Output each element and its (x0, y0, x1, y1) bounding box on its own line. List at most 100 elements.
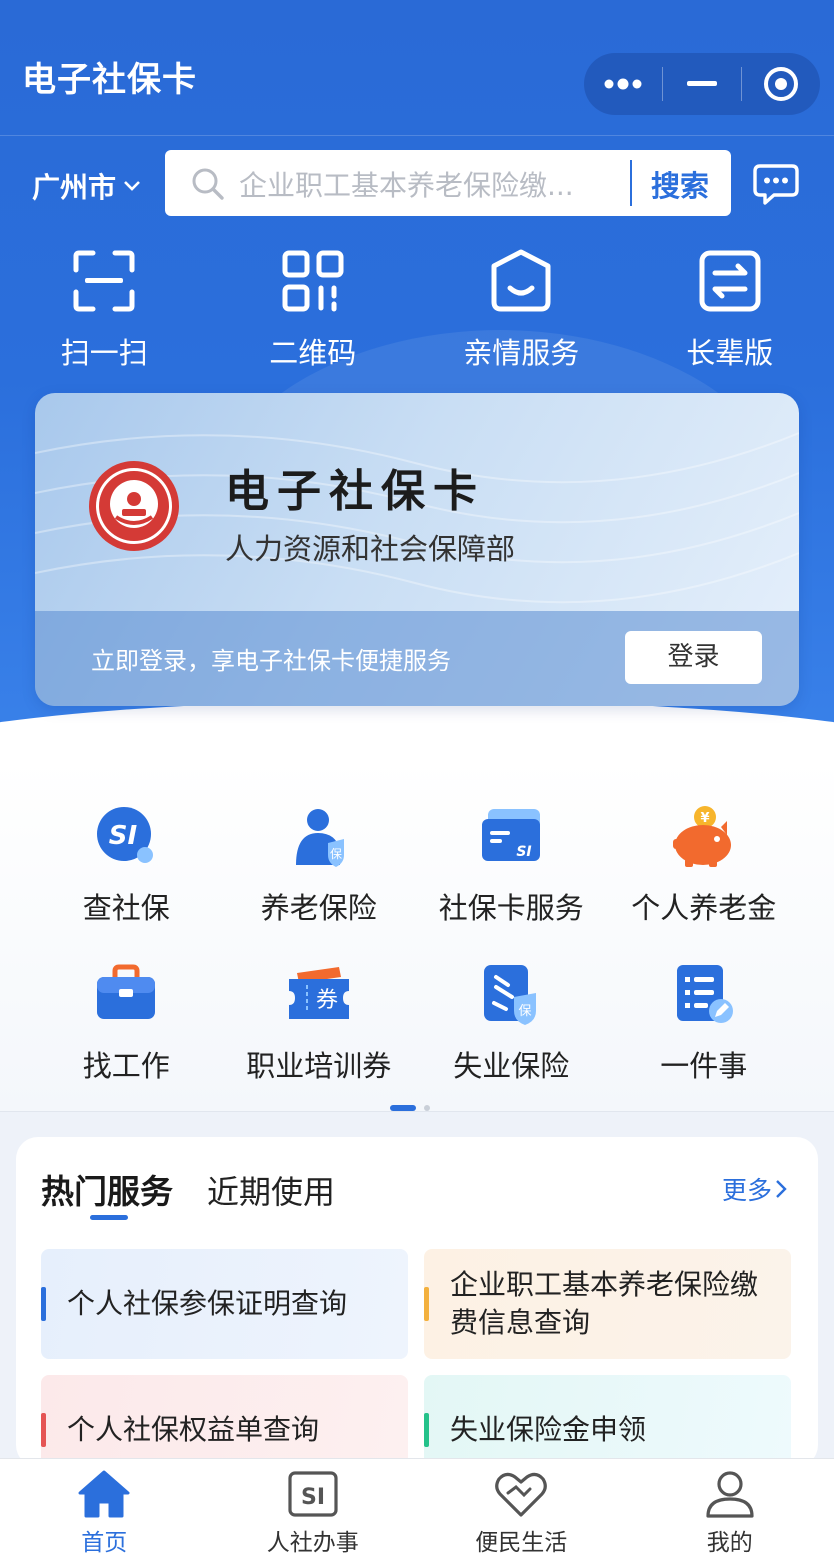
quick-scan[interactable]: 扫一扫 (0, 248, 209, 378)
qrcode-icon (282, 250, 344, 312)
tab-si-affairs[interactable]: SI 人社办事 (209, 1459, 418, 1566)
more-link[interactable]: 更多 (722, 1171, 788, 1207)
login-button[interactable]: 登录 (625, 631, 762, 684)
service-label: 失业保险 (453, 1049, 570, 1083)
service-grid-area: SI 查社保 保 养老保险 SI 社保卡服务 ¥ 个人养老金 找工作 券 职业培… (0, 760, 834, 1112)
family-service-icon (491, 249, 551, 312)
search-input[interactable]: 企业职工基本养老保险缴... 搜索 (165, 150, 731, 216)
hot-service-label: 个人社保权益单查询 (67, 1413, 320, 1446)
city-label: 广州市 (32, 171, 117, 204)
hot-service-label: 企业职工基本养老保险缴费信息查询 (450, 1268, 759, 1339)
service-label: 一件事 (660, 1049, 748, 1083)
social-security-emblem-icon (89, 461, 179, 551)
title-bar: 电子社保卡 (0, 0, 834, 136)
si-card-service-icon: SI (482, 809, 541, 861)
card-title: 电子社保卡 (225, 466, 485, 517)
tab-home[interactable]: 首页 (0, 1459, 209, 1566)
hot-service-label: 失业保险金申领 (450, 1413, 647, 1446)
service-accent-bar (41, 1413, 46, 1447)
miniapp-capsule (584, 53, 820, 115)
search-divider (630, 160, 632, 206)
service-si-card[interactable]: SI 社保卡服务 (415, 805, 608, 963)
service-accent-bar (424, 1413, 429, 1447)
service-grid: SI 查社保 保 养老保险 SI 社保卡服务 ¥ 个人养老金 找工作 券 职业培… (30, 805, 800, 1121)
quick-family[interactable]: 亲情服务 (417, 248, 626, 378)
service-label: 查社保 (82, 891, 170, 925)
bao-glyph: 保 (519, 1004, 532, 1019)
service-one-thing[interactable]: 一件事 (608, 963, 801, 1121)
app-title: 电子社保卡 (22, 60, 197, 100)
service-personal-pension[interactable]: ¥ 个人养老金 (608, 805, 801, 963)
quick-label: 二维码 (269, 336, 357, 370)
minimize-icon (687, 81, 717, 86)
social-security-card-banner[interactable]: 电子社保卡 人力资源和社会保障部 立即登录，享电子社保卡便捷服务 登录 (35, 393, 799, 706)
si-glyph: SI (517, 844, 532, 860)
search-button[interactable]: 搜索 (651, 163, 709, 205)
hot-service-item[interactable]: 个人社保参保证明查询 (41, 1249, 408, 1359)
profile-icon (706, 1471, 754, 1518)
si-affairs-icon: SI (288, 1471, 338, 1517)
service-label: 职业培训券 (246, 1049, 392, 1083)
service-find-job[interactable]: 找工作 (30, 963, 223, 1121)
quick-label: 长辈版 (686, 336, 774, 370)
hot-service-item[interactable]: 企业职工基本养老保险缴费信息查询 (424, 1249, 791, 1359)
tab-mine[interactable]: 我的 (626, 1459, 834, 1566)
search-icon (192, 168, 224, 200)
si-query-icon: SI (97, 807, 154, 863)
voucher-icon: 券 (288, 967, 349, 1019)
more-label: 更多 (722, 1176, 773, 1205)
pension-insurance-icon: 保 (295, 809, 344, 867)
hero-curve (0, 700, 834, 760)
si-glyph: SI (301, 1485, 325, 1510)
tab-label: 人社办事 (266, 1530, 359, 1556)
service-pension[interactable]: 保 养老保险 (223, 805, 416, 963)
life-heart-icon (495, 1472, 548, 1517)
tab-convenient-life[interactable]: 便民生活 (417, 1459, 626, 1566)
hot-service-label: 个人社保参保证明查询 (67, 1287, 348, 1320)
minimize-button[interactable] (663, 53, 741, 115)
bao-glyph: 保 (330, 847, 342, 861)
more-menu-button[interactable] (584, 53, 662, 115)
briefcase-icon (97, 964, 156, 1019)
service-training-voucher[interactable]: 券 职业培训券 (223, 963, 416, 1121)
unemployment-insurance-icon: 保 (484, 965, 537, 1025)
tab-recent-use[interactable]: 近期使用 (207, 1167, 335, 1213)
message-icon[interactable] (752, 162, 800, 206)
quick-label: 亲情服务 (463, 336, 580, 370)
service-label: 找工作 (82, 1049, 170, 1083)
active-tab-indicator (90, 1215, 128, 1220)
service-accent-bar (424, 1287, 429, 1321)
si-glyph: SI (109, 821, 138, 851)
card-subtitle: 人力资源和社会保障部 (225, 532, 516, 566)
search-row: 广州市 企业职工基本养老保险缴... 搜索 (0, 150, 834, 218)
hot-services-panel: 热门服务 近期使用 更多 个人社保参保证明查询 企业职工基本养老保险缴费信息查询… (16, 1137, 818, 1485)
service-si-query[interactable]: SI 查社保 (30, 805, 223, 963)
quick-label: 扫一扫 (60, 336, 148, 370)
elder-mode-icon (699, 250, 761, 312)
tab-label: 我的 (706, 1530, 753, 1556)
bottom-tab-bar: 首页 SI 人社办事 便民生活 我的 (0, 1458, 834, 1566)
service-unemployment[interactable]: 保 失业保险 (415, 963, 608, 1121)
quick-qrcode[interactable]: 二维码 (209, 248, 418, 378)
card-login-prompt: 立即登录，享电子社保卡便捷服务 (91, 647, 451, 675)
close-miniapp-button[interactable] (742, 53, 820, 115)
more-dots-icon (604, 78, 642, 90)
service-label: 养老保险 (260, 891, 377, 925)
home-icon (78, 1470, 130, 1518)
city-selector[interactable]: 广州市 (32, 166, 142, 206)
service-accent-bar (41, 1287, 46, 1321)
target-close-icon (764, 67, 798, 101)
tab-label: 首页 (81, 1530, 128, 1556)
piggy-bank-icon: ¥ (672, 806, 731, 867)
yen-glyph: ¥ (700, 811, 709, 826)
one-thing-icon (676, 965, 733, 1023)
scan-icon (73, 250, 135, 312)
card-login-bar: 立即登录，享电子社保卡便捷服务 登录 (35, 611, 799, 706)
chevron-down-icon (124, 181, 140, 191)
search-placeholder: 企业职工基本养老保险缴... (239, 169, 574, 202)
service-label: 社保卡服务 (438, 891, 584, 925)
tab-hot-services[interactable]: 热门服务 (41, 1165, 173, 1213)
quick-elder[interactable]: 长辈版 (626, 248, 834, 378)
juan-glyph: 券 (316, 988, 338, 1013)
quick-actions: 扫一扫 二维码 亲情服务 长辈版 (0, 248, 834, 378)
